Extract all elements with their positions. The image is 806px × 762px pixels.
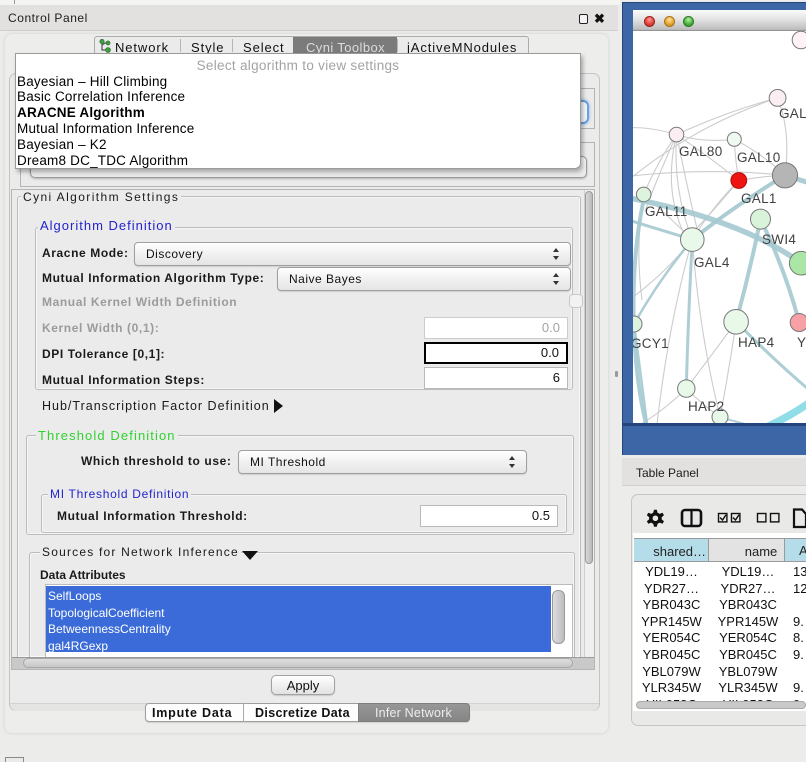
svg-text:HAP4: HAP4	[738, 335, 775, 350]
svg-text:GAL10: GAL10	[737, 150, 781, 165]
svg-text:GAL7: GAL7	[779, 106, 806, 121]
svg-text:GAL11: GAL11	[645, 204, 688, 219]
svg-text:GAL4: GAL4	[694, 255, 730, 270]
svg-text:Y: Y	[797, 335, 806, 350]
svg-text:GCY1: GCY1	[633, 336, 669, 351]
svg-text:HAP2: HAP2	[688, 399, 724, 414]
svg-text:SWI4: SWI4	[762, 232, 796, 247]
svg-text:GAL80: GAL80	[679, 144, 723, 159]
svg-text:GAL1: GAL1	[741, 191, 777, 206]
